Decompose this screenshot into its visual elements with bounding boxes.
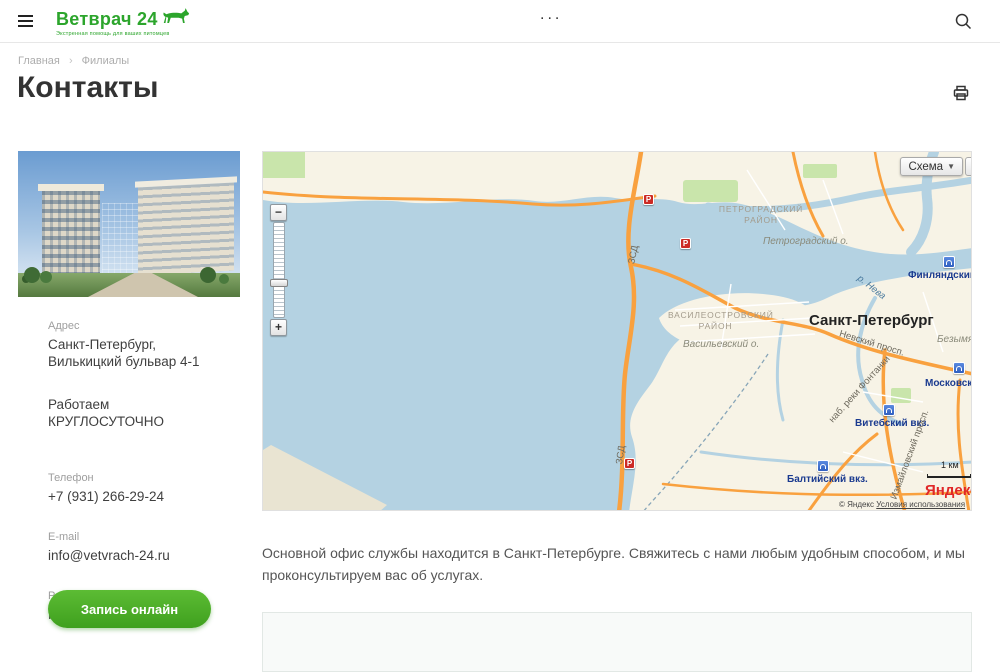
address-line1: Санкт-Петербург, <box>48 336 238 353</box>
map-edge-control[interactable] <box>965 157 972 176</box>
railway-station-icon <box>943 256 955 268</box>
terms-link[interactable]: Условия использования <box>876 500 965 509</box>
breadcrumb: Главная › Филиалы <box>18 55 129 67</box>
contact-info: Адрес Санкт-Петербург, Вилькицкий бульва… <box>48 320 238 623</box>
breadcrumb-home[interactable]: Главная <box>18 55 60 67</box>
office-description: Основной офис службы находится в Санкт-П… <box>262 542 976 586</box>
toll-point-icon: Р <box>680 238 691 249</box>
photo-building-glass <box>102 203 140 273</box>
hours-line1: Работаем <box>48 396 238 413</box>
chevron-down-icon: ▼ <box>947 162 955 171</box>
dog-icon <box>162 7 190 30</box>
search-icon[interactable] <box>954 12 972 35</box>
bottom-form-box <box>262 612 972 672</box>
email-value[interactable]: info@vetvrach-24.ru <box>48 547 238 564</box>
railway-station-icon <box>817 460 829 472</box>
yandex-map[interactable]: Р Р Р ПЕТРОГРАДСКИЙРАЙОН Петроградский о… <box>262 151 972 511</box>
map-scale-bar <box>927 474 971 478</box>
toll-point-icon: Р <box>643 194 654 205</box>
map-zoom-control: − + <box>270 204 288 336</box>
toll-point-icon: Р <box>624 458 635 469</box>
address-line2: Вилькицкий бульвар 4-1 <box>48 353 238 370</box>
building-photo <box>18 151 240 297</box>
breadcrumb-separator: › <box>69 55 73 67</box>
page-title: Контакты <box>17 71 158 105</box>
photo-building-wing <box>138 182 234 275</box>
site-logo[interactable]: Ветврач 24 Экстренная помощь для ваших п… <box>56 7 190 37</box>
photo-building-tower <box>42 191 100 273</box>
address-label: Адрес <box>48 320 238 332</box>
railway-station-icon <box>883 404 895 416</box>
photo-trees <box>24 267 40 283</box>
railway-station-icon <box>953 362 965 374</box>
collapsed-menu-ellipsis[interactable]: ... <box>540 6 562 24</box>
zoom-out-button[interactable]: − <box>270 204 287 221</box>
map-canvas <box>263 152 972 511</box>
logo-tagline: Экстренная помощь для ваших питомцев <box>56 31 190 37</box>
email-label: E-mail <box>48 531 238 543</box>
top-header: Ветврач 24 Экстренная помощь для ваших п… <box>0 0 1000 43</box>
hours-line2: КРУГЛОСУТОЧНО <box>48 413 238 430</box>
phone-label: Телефон <box>48 472 238 484</box>
breadcrumb-branches[interactable]: Филиалы <box>82 55 130 67</box>
map-layer-button[interactable]: Схема▼ <box>900 157 963 176</box>
zoom-slider-track[interactable] <box>273 222 285 318</box>
online-booking-button[interactable]: Запись онлайн <box>48 590 211 628</box>
hamburger-menu-icon[interactable] <box>18 15 33 27</box>
map-copyright: © Яндекс Условия использования <box>839 500 965 509</box>
print-icon[interactable] <box>953 85 969 106</box>
zoom-slider-handle[interactable] <box>270 279 288 287</box>
logo-title: Ветврач 24 <box>56 9 158 30</box>
copyright-text: © Яндекс <box>839 500 874 509</box>
phone-value[interactable]: +7 (931) 266-29-24 <box>48 488 238 505</box>
zoom-in-button[interactable]: + <box>270 319 287 336</box>
